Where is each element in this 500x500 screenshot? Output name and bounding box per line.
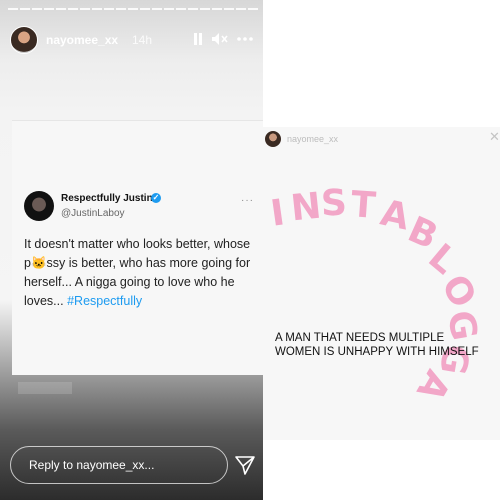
progress-segment — [116, 8, 126, 10]
cat-emoji: 🐱 — [30, 256, 47, 270]
story-username[interactable]: nayomee_xx — [46, 33, 118, 47]
progress-segment — [236, 8, 246, 10]
tweet-card: Respectfully Justin ✓ @JustinLaboy ··· I… — [12, 120, 263, 375]
progress-segment — [68, 8, 78, 10]
progress-segment — [224, 8, 234, 10]
pause-icon[interactable] — [193, 33, 203, 48]
progress-segment — [248, 8, 258, 10]
tweet-hashtag: #Respectfully — [67, 294, 143, 308]
story-time: 14h — [132, 33, 153, 47]
left-story: nayomee_xx 14h Respectfully Justin ✓ @Ju… — [0, 0, 263, 500]
faded-label — [18, 382, 72, 394]
progress-segment — [176, 8, 186, 10]
progress-segment — [164, 8, 174, 10]
progress-segment — [92, 8, 102, 10]
verified-icon: ✓ — [151, 193, 161, 203]
progress-segment — [128, 8, 138, 10]
send-icon[interactable] — [234, 454, 256, 476]
close-icon[interactable]: ✕ — [489, 129, 500, 145]
progress-segment — [20, 8, 30, 10]
progress-segment — [56, 8, 66, 10]
progress-segment — [188, 8, 198, 10]
mute-icon[interactable] — [212, 33, 228, 48]
progress-segment — [32, 8, 42, 10]
story-username[interactable]: nayomee_xx — [287, 134, 338, 144]
progress-segment — [104, 8, 114, 10]
story-caption: A MAN THAT NEEDS MULTIPLE WOMEN IS UNHAP… — [275, 332, 479, 358]
tweet-body: It doesn't matter who looks better, whos… — [24, 235, 260, 311]
progress-segment — [200, 8, 210, 10]
more-icon[interactable] — [236, 33, 254, 48]
progress-segment — [212, 8, 222, 10]
progress-segment — [152, 8, 162, 10]
avatar[interactable] — [265, 131, 281, 147]
right-story: nayomee_xx ✕ I N S T A B L O G G A A MAN… — [263, 127, 500, 440]
tweet-handle: @JustinLaboy — [61, 208, 125, 219]
reply-input[interactable] — [10, 446, 228, 484]
progress-segment — [8, 8, 18, 10]
tweet-author-name: Respectfully Justin — [61, 193, 153, 204]
tweet-avatar — [24, 191, 54, 221]
progress-segment — [80, 8, 90, 10]
tweet-more-icon: ··· — [241, 195, 254, 206]
avatar[interactable] — [10, 26, 38, 54]
progress-segment — [44, 8, 54, 10]
progress-segment — [140, 8, 150, 10]
